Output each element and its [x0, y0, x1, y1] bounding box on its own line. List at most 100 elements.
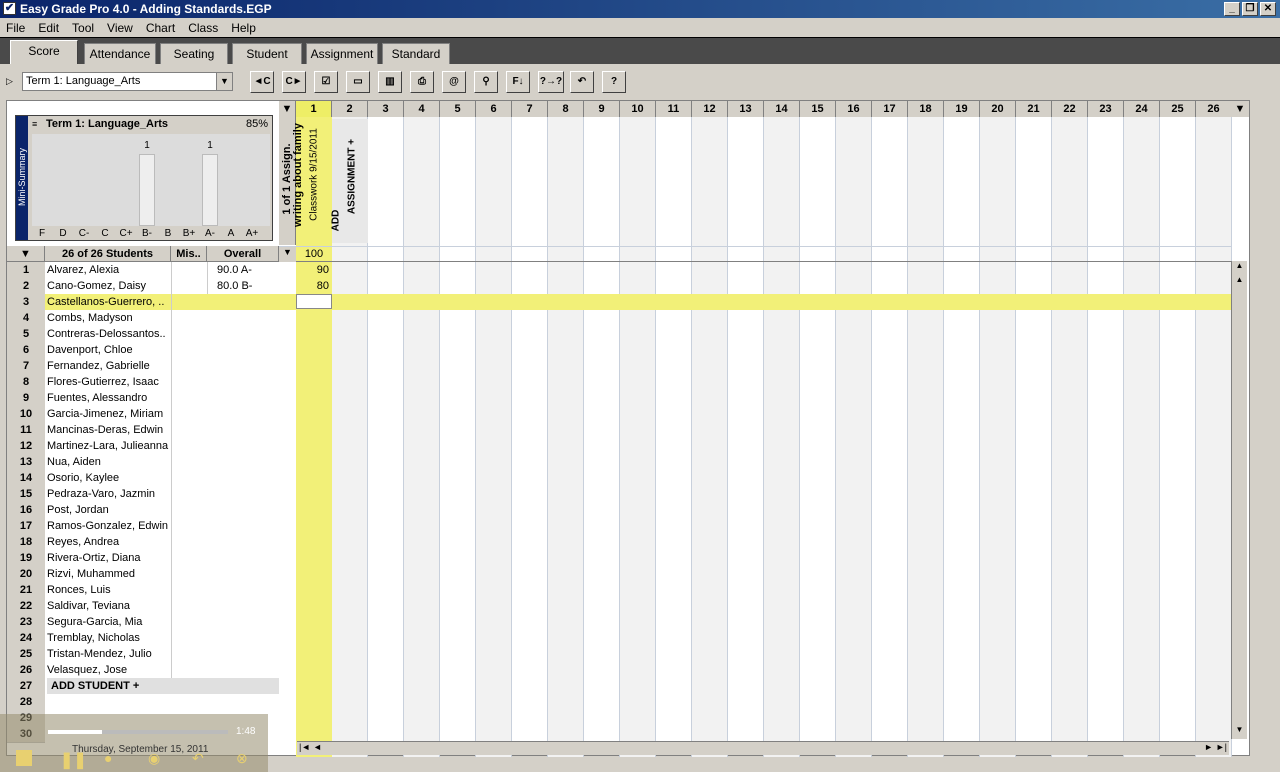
student-name[interactable]: Reyes, Andrea: [47, 534, 171, 550]
sort-menu-icon[interactable]: ▼: [7, 246, 45, 262]
column-header-25[interactable]: 25: [1160, 101, 1196, 117]
student-name[interactable]: Tristan-Mendez, Julio: [47, 646, 171, 662]
row-number[interactable]: 7: [7, 358, 45, 375]
row-number[interactable]: 15: [7, 486, 45, 503]
student-row[interactable]: 3 Castellanos-Guerrero, ..: [7, 294, 1243, 311]
student-name[interactable]: Fuentes, Alessandro: [47, 390, 171, 406]
webcam-icon[interactable]: ◉: [148, 750, 160, 767]
students-count-header[interactable]: 26 of 26 Students: [45, 246, 171, 262]
search-icon[interactable]: ⚲: [474, 71, 498, 93]
player-progress[interactable]: [48, 730, 228, 734]
menu-edit[interactable]: Edit: [38, 21, 59, 35]
column-header-22[interactable]: 22: [1052, 101, 1088, 117]
student-row[interactable]: 5 Contreras-Delossantos..: [7, 326, 1243, 343]
help-icon[interactable]: ?: [602, 71, 626, 93]
row-number[interactable]: 22: [7, 598, 45, 615]
student-row[interactable]: 10 Garcia-Jimenez, Miriam: [7, 406, 1243, 423]
student-row[interactable]: 25 Tristan-Mendez, Julio: [7, 646, 1243, 663]
menu-view[interactable]: View: [107, 21, 133, 35]
column-header-10[interactable]: 10: [620, 101, 656, 117]
column-header-26[interactable]: 26: [1196, 101, 1232, 117]
scroll-down-icon[interactable]: ▼: [1232, 725, 1247, 739]
cancel-icon[interactable]: ⊗: [236, 750, 248, 767]
row-number[interactable]: 1: [7, 262, 45, 279]
menu-chart[interactable]: Chart: [146, 21, 175, 35]
student-name[interactable]: Pedraza-Varo, Jazmin: [47, 486, 171, 502]
student-row[interactable]: 15 Pedraza-Varo, Jazmin: [7, 486, 1243, 503]
checkbox-icon[interactable]: ☑: [314, 71, 338, 93]
score-cell[interactable]: 80: [296, 278, 332, 294]
student-row[interactable]: 22 Saldivar, Teviana: [7, 598, 1243, 615]
column-header-8[interactable]: 8: [548, 101, 584, 117]
student-name[interactable]: Post, Jordan: [47, 502, 171, 518]
student-name[interactable]: Combs, Madyson: [47, 310, 171, 326]
student-row[interactable]: 7 Fernandez, Gabrielle: [7, 358, 1243, 375]
student-name[interactable]: Cano-Gomez, Daisy: [47, 278, 171, 294]
student-name[interactable]: Alvarez, Alexia: [47, 262, 171, 278]
column-header-5[interactable]: 5: [440, 101, 476, 117]
student-name[interactable]: Tremblay, Nicholas: [47, 630, 171, 646]
column-header-16[interactable]: 16: [836, 101, 872, 117]
term-select[interactable]: Term 1: Language_Arts ▼: [22, 72, 233, 91]
student-row[interactable]: 12 Martinez-Lara, Julieanna: [7, 438, 1243, 455]
query-icon[interactable]: ?→?: [538, 71, 564, 93]
student-name[interactable]: Rizvi, Muhammed: [47, 566, 171, 582]
assignment-column-header[interactable]: writing about family Classwork 9/15/2011: [292, 119, 332, 243]
column-scroll-icon[interactable]: ▼: [1231, 101, 1249, 117]
student-name[interactable]: Castellanos-Guerrero, ..: [47, 294, 171, 310]
vertical-scrollbar[interactable]: ▲ ▲ ▼: [1231, 261, 1247, 739]
column-header-23[interactable]: 23: [1088, 101, 1124, 117]
add-student-button[interactable]: ADD STUDENT +: [47, 678, 279, 694]
student-row[interactable]: 8 Flores-Gutierrez, Isaac: [7, 374, 1243, 391]
row-number[interactable]: 20: [7, 566, 45, 583]
prev-class-icon[interactable]: ◄C: [250, 71, 274, 93]
column-header-2[interactable]: 2: [332, 101, 368, 117]
row-number[interactable]: 8: [7, 374, 45, 391]
email-icon[interactable]: @: [442, 71, 466, 93]
scroll-up-icon[interactable]: ▲: [1232, 275, 1247, 289]
folder-icon[interactable]: ▭: [346, 71, 370, 93]
student-row[interactable]: 17 Ramos-Gonzalez, Edwin: [7, 518, 1243, 535]
student-name[interactable]: Velasquez, Jose: [47, 662, 171, 678]
menu-file[interactable]: File: [6, 21, 25, 35]
row-number[interactable]: 5: [7, 326, 45, 343]
chart-icon[interactable]: ▥: [378, 71, 402, 93]
tab-assignment[interactable]: Assignment: [306, 43, 378, 65]
student-row[interactable]: 20 Rizvi, Muhammed: [7, 566, 1243, 583]
column-header-9[interactable]: 9: [584, 101, 620, 117]
undo-recording-icon[interactable]: ↶: [192, 750, 204, 767]
print-icon[interactable]: ⎙: [410, 71, 434, 93]
student-name[interactable]: Martinez-Lara, Julieanna: [47, 438, 171, 454]
student-name[interactable]: Osorio, Kaylee: [47, 470, 171, 486]
student-row[interactable]: 21 Ronces, Luis: [7, 582, 1243, 599]
row-number[interactable]: 2: [7, 278, 45, 295]
student-row[interactable]: 6 Davenport, Chloe: [7, 342, 1243, 359]
student-row[interactable]: 13 Nua, Aiden: [7, 454, 1243, 471]
row-number[interactable]: 14: [7, 470, 45, 487]
menu-tool[interactable]: Tool: [72, 21, 94, 35]
add-assignment-button[interactable]: ADD ASSIGNMENT +: [331, 119, 368, 243]
tab-attendance[interactable]: Attendance: [84, 43, 156, 65]
tab-score[interactable]: Score: [10, 40, 78, 66]
expand-triangle-icon[interactable]: ▷: [6, 76, 13, 87]
row-number[interactable]: 13: [7, 454, 45, 471]
scroll-left-icon[interactable]: ◄: [313, 742, 322, 752]
row-number[interactable]: 11: [7, 422, 45, 439]
student-row[interactable]: 19 Rivera-Ortiz, Diana: [7, 550, 1243, 567]
tab-student[interactable]: Student: [232, 43, 302, 65]
column-header-18[interactable]: 18: [908, 101, 944, 117]
row-number[interactable]: 17: [7, 518, 45, 535]
column-header-15[interactable]: 15: [800, 101, 836, 117]
close-button[interactable]: ✕: [1260, 2, 1276, 16]
column-header-24[interactable]: 24: [1124, 101, 1160, 117]
student-row[interactable]: 24 Tremblay, Nicholas: [7, 630, 1243, 647]
row-number[interactable]: 4: [7, 310, 45, 327]
column-header-19[interactable]: 19: [944, 101, 980, 117]
column-header-6[interactable]: 6: [476, 101, 512, 117]
student-row[interactable]: 1 Alvarez, Alexia 90.0 A- 90: [7, 262, 1243, 279]
scroll-right-icon[interactable]: ►: [1204, 742, 1213, 752]
minimize-button[interactable]: _: [1224, 2, 1240, 16]
menu-lines-icon[interactable]: ≡: [32, 119, 37, 129]
column-header-20[interactable]: 20: [980, 101, 1016, 117]
student-name[interactable]: Flores-Gutierrez, Isaac: [47, 374, 171, 390]
